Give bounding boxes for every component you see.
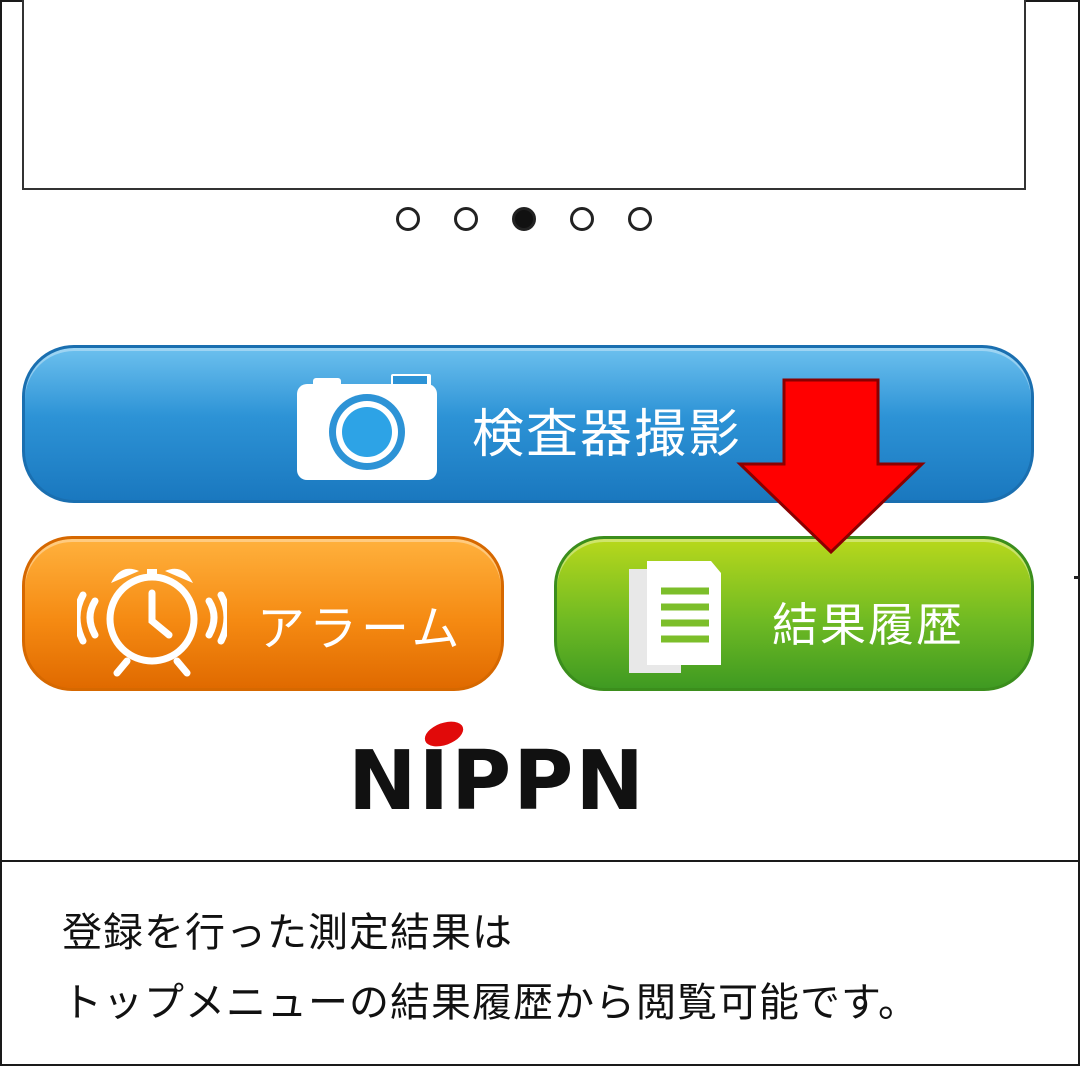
caption-line-2: トップメニューの結果履歴から閲覧可能です。: [62, 980, 919, 1026]
page-dot-2[interactable]: [454, 207, 478, 231]
nippn-logo: NIPPN: [340, 713, 674, 823]
alarm-button-label: アラーム: [257, 601, 464, 657]
page-dot-1[interactable]: [396, 207, 420, 231]
logo-text: NIPPN: [348, 734, 646, 829]
page-dot-5[interactable]: [628, 207, 652, 231]
alarm-button[interactable]: アラーム: [22, 536, 504, 691]
document-icon: [629, 561, 721, 673]
arrow-down-icon: [736, 378, 926, 554]
carousel-page-indicator: [396, 207, 652, 239]
page-dot-4[interactable]: [570, 207, 594, 231]
result-history-button[interactable]: 結果履歴: [554, 536, 1034, 691]
carousel-banner[interactable]: [22, 0, 1026, 190]
alarm-clock-icon: [77, 568, 227, 677]
camera-button-label: 検査器撮影: [472, 405, 743, 465]
camera-icon: [297, 374, 437, 480]
page-dot-3-active[interactable]: [512, 207, 536, 231]
caption-divider: [0, 860, 1080, 862]
caption-text: 登録を行った測定結果は トップメニューの結果履歴から閲覧可能です。: [62, 898, 919, 1038]
caption-line-1: 登録を行った測定結果は: [62, 910, 513, 956]
edge-tick: [1074, 576, 1080, 579]
history-button-label: 結果履歴: [772, 598, 964, 652]
